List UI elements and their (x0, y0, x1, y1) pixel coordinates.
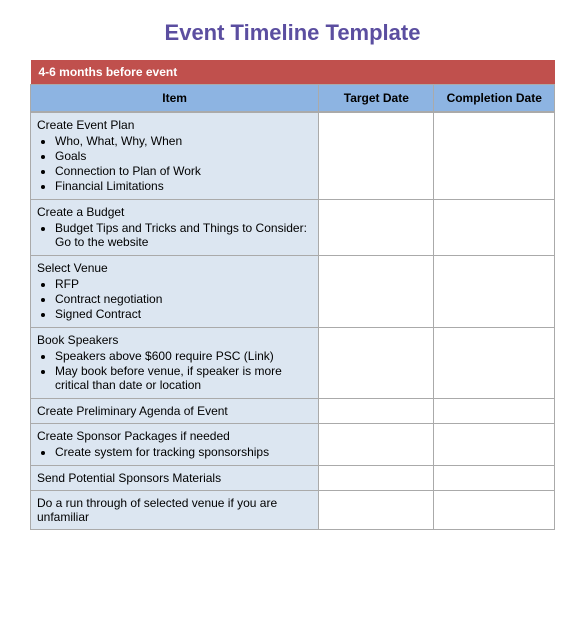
list-item: Budget Tips and Tricks and Things to Con… (55, 221, 312, 249)
table-row: Do a run through of selected venue if yo… (31, 491, 555, 530)
item-title: Book Speakers (37, 333, 118, 347)
target-date-cell[interactable] (319, 328, 434, 399)
list-item: Who, What, Why, When (55, 134, 312, 148)
completion-date-cell[interactable] (434, 491, 555, 530)
item-cell: Create Event Plan Who, What, Why, WhenGoa… (31, 113, 319, 200)
target-date-cell[interactable] (319, 424, 434, 466)
item-cell: Send Potential Sponsors Materials (31, 466, 319, 491)
list-item: May book before venue, if speaker is mor… (55, 364, 312, 392)
item-cell: Book Speakers Speakers above $600 require… (31, 328, 319, 399)
table-row: Book Speakers Speakers above $600 require… (31, 328, 555, 399)
header-item: Item (31, 85, 319, 112)
list-item: Speakers above $600 require PSC (Link) (55, 349, 312, 363)
completion-date-cell[interactable] (434, 113, 555, 200)
item-bullets: Create system for tracking sponsorships (55, 445, 312, 459)
header-target-date: Target Date (319, 85, 434, 112)
header-completion-date: Completion Date (434, 85, 555, 112)
list-item: Financial Limitations (55, 179, 312, 193)
list-item: Connection to Plan of Work (55, 164, 312, 178)
item-bullets: Speakers above $600 require PSC (Link)Ma… (55, 349, 312, 392)
table-row: Create Sponsor Packages if needed Create … (31, 424, 555, 466)
target-date-cell[interactable] (319, 399, 434, 424)
item-title: Create Event Plan (37, 118, 134, 132)
list-item: Contract negotiation (55, 292, 312, 306)
list-item: Create system for tracking sponsorships (55, 445, 312, 459)
item-bullets: Who, What, Why, WhenGoalsConnection to P… (55, 134, 312, 193)
target-date-cell[interactable] (319, 200, 434, 256)
table-row: Select Venue RFPContract negotiationSigne… (31, 256, 555, 328)
item-cell: Create Sponsor Packages if needed Create … (31, 424, 319, 466)
target-date-cell[interactable] (319, 113, 434, 200)
list-item: Goals (55, 149, 312, 163)
item-cell: Do a run through of selected venue if yo… (31, 491, 319, 530)
table-row: Create a Budget Budget Tips and Tricks an… (31, 200, 555, 256)
item-title: Create Preliminary Agenda of Event (37, 404, 228, 418)
item-bullets: Budget Tips and Tricks and Things to Con… (55, 221, 312, 249)
table-row: Create Preliminary Agenda of Event (31, 399, 555, 424)
item-cell: Create a Budget Budget Tips and Tricks an… (31, 200, 319, 256)
completion-date-cell[interactable] (434, 466, 555, 491)
table-row: Send Potential Sponsors Materials (31, 466, 555, 491)
completion-date-cell[interactable] (434, 424, 555, 466)
section-header-row: 4-6 months before event (31, 60, 555, 85)
completion-date-cell[interactable] (434, 399, 555, 424)
section-header-label: 4-6 months before event (31, 60, 555, 85)
page-title: Event Timeline Template (30, 20, 555, 46)
table-row: Create Event Plan Who, What, Why, WhenGoa… (31, 113, 555, 200)
target-date-cell[interactable] (319, 466, 434, 491)
completion-date-cell[interactable] (434, 200, 555, 256)
item-bullets: RFPContract negotiationSigned Contract (55, 277, 312, 321)
completion-date-cell[interactable] (434, 256, 555, 328)
completion-date-cell[interactable] (434, 328, 555, 399)
list-item: RFP (55, 277, 312, 291)
target-date-cell[interactable] (319, 491, 434, 530)
column-header-row: Item Target Date Completion Date (31, 85, 555, 112)
item-title: Do a run through of selected venue if yo… (37, 496, 277, 524)
item-title: Select Venue (37, 261, 108, 275)
data-table: Create Event Plan Who, What, Why, WhenGoa… (30, 112, 555, 530)
item-cell: Create Preliminary Agenda of Event (31, 399, 319, 424)
item-cell: Select Venue RFPContract negotiationSigne… (31, 256, 319, 328)
item-title: Send Potential Sponsors Materials (37, 471, 221, 485)
list-item: Signed Contract (55, 307, 312, 321)
timeline-table: 4-6 months before event Item Target Date… (30, 60, 555, 112)
item-title: Create a Budget (37, 205, 124, 219)
item-title: Create Sponsor Packages if needed (37, 429, 230, 443)
target-date-cell[interactable] (319, 256, 434, 328)
